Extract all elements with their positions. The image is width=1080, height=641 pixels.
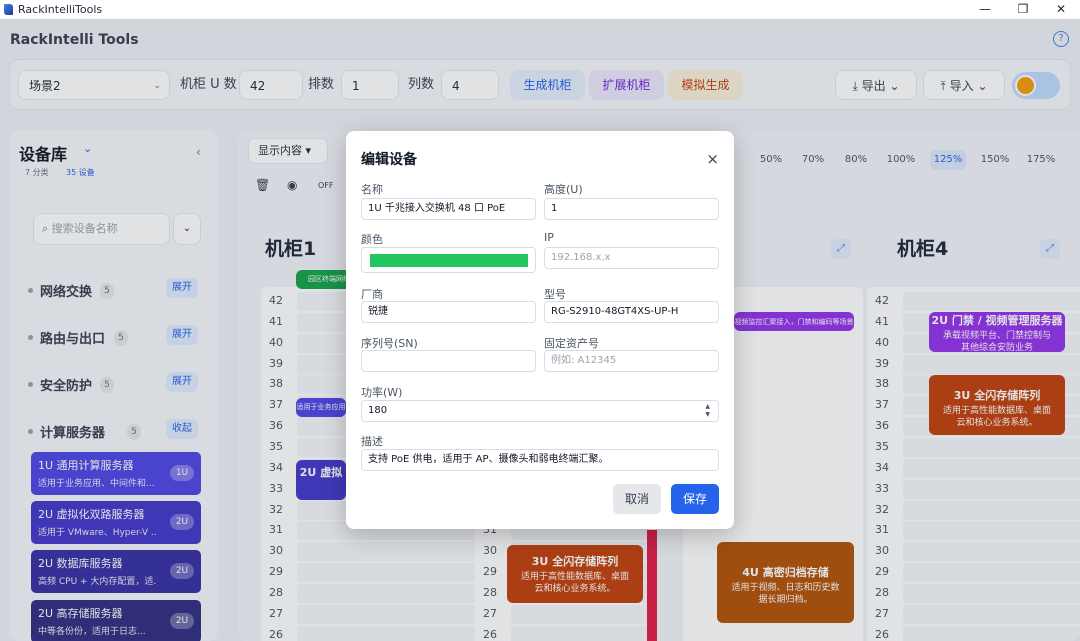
sn-label: 序列号(SN) <box>361 337 418 350</box>
asset-label: 固定资产号 <box>544 337 599 350</box>
app-logo-icon <box>4 4 13 15</box>
color-picker[interactable] <box>361 247 536 273</box>
desc-label: 描述 <box>361 435 383 448</box>
sn-field[interactable] <box>361 350 536 372</box>
maximize-button[interactable]: ❐ <box>1004 0 1042 19</box>
window-title: RackIntelliTools <box>18 3 103 16</box>
model-field[interactable]: RG-S2910-48GT4XS-UP-H <box>544 301 719 323</box>
stepper-icon[interactable]: ▲ ▼ <box>705 403 710 419</box>
color-swatch <box>370 254 528 267</box>
asset-field[interactable]: 例如: A12345 <box>544 350 719 372</box>
vendor-label: 厂商 <box>361 288 383 301</box>
power-field[interactable]: 180 ▲ ▼ <box>361 400 719 422</box>
height-field[interactable]: 1 <box>544 198 719 220</box>
save-button[interactable]: 保存 <box>671 484 719 514</box>
ip-field[interactable]: 192.168.x.x <box>544 247 719 269</box>
power-label: 功率(W) <box>361 386 403 399</box>
name-field[interactable]: 1U 千兆接入交换机 48 口 PoE <box>361 198 536 220</box>
edit-device-dialog: 编辑设备 × 名称 1U 千兆接入交换机 48 口 PoE 高度(U) 1 颜色… <box>346 131 734 529</box>
cancel-button[interactable]: 取消 <box>613 484 661 514</box>
close-window-button[interactable]: ✕ <box>1042 0 1080 19</box>
minimize-button[interactable]: — <box>966 0 1004 19</box>
ip-label: IP <box>544 231 554 244</box>
close-icon[interactable]: × <box>706 150 719 168</box>
model-label: 型号 <box>544 288 566 301</box>
height-label: 高度(U) <box>544 183 583 196</box>
color-label: 颜色 <box>361 233 383 246</box>
name-label: 名称 <box>361 183 383 196</box>
desc-field[interactable]: 支持 PoE 供电，适用于 AP、摄像头和弱电终端汇聚。 <box>361 449 719 471</box>
dialog-title: 编辑设备 <box>361 152 417 168</box>
vendor-field[interactable]: 锐捷 <box>361 301 536 323</box>
title-bar: RackIntelliTools — ❐ ✕ <box>0 0 1080 19</box>
power-value: 180 <box>368 405 388 416</box>
